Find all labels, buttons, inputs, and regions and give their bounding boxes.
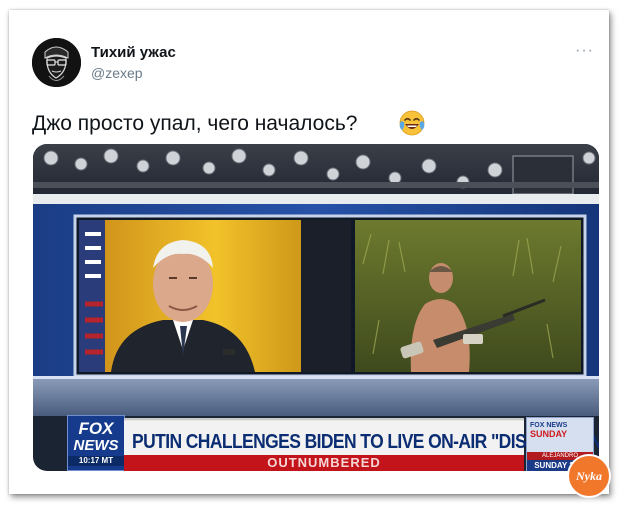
chyron-subtitle: OUTNUMBERED (124, 455, 524, 471)
logo-top: FOX (78, 419, 114, 438)
logo-bottom: NEWS (73, 437, 119, 454)
face-with-tears-of-joy-icon (399, 110, 425, 136)
fox-news-logo: FOX NEWS 10:17 MT (67, 415, 125, 471)
watermark-logo: Nyka (567, 454, 611, 498)
avatar[interactable] (32, 38, 81, 87)
promo-network: FOX NEWS (530, 422, 568, 429)
tweet-text: Джо просто упал, чего началось? (32, 112, 358, 135)
more-options-icon[interactable]: ··· (575, 42, 594, 60)
promo-show: SUNDAY (530, 429, 568, 439)
tweet-media-image[interactable]: FOX NEWS 10:17 MT PUTIN CHALLENGES BIDEN… (33, 144, 599, 471)
avatar-face-icon (32, 38, 81, 87)
logo-time: 10:17 MT (68, 456, 124, 466)
tweet-card: Тихий ужас @zexep ··· Джо просто упал, ч… (9, 10, 611, 498)
user-handle[interactable]: @zexep (91, 65, 143, 81)
display-name[interactable]: Тихий ужас (91, 44, 176, 61)
